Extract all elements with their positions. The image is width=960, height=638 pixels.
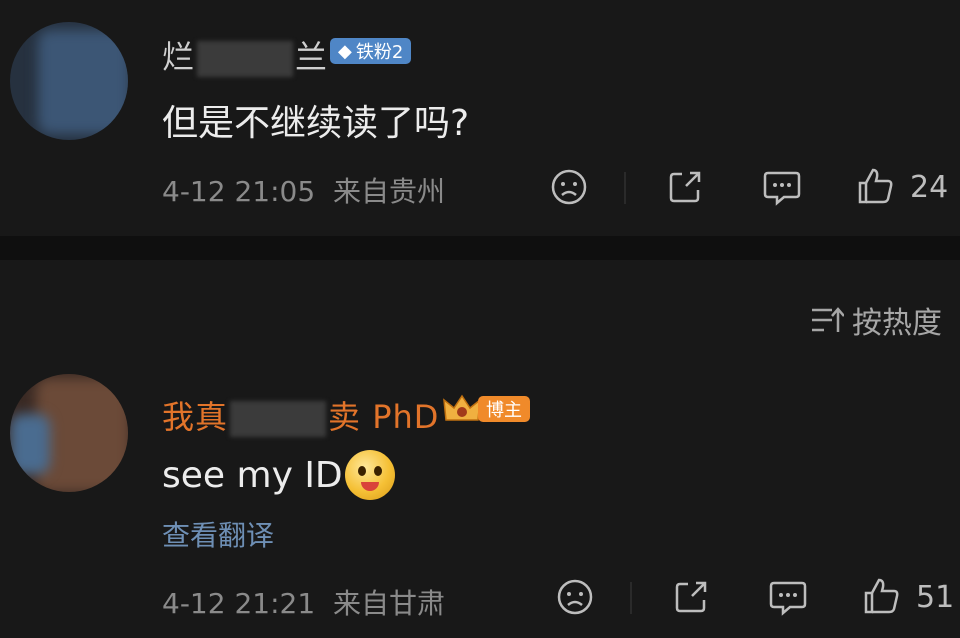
- avatar[interactable]: [10, 22, 128, 140]
- dislike-icon[interactable]: [550, 168, 588, 206]
- share-icon[interactable]: [666, 168, 704, 206]
- username-redacted: [197, 41, 294, 77]
- comment-card-2: 我真卖 PhD 博主 see my ID 查看翻译 4-12 21:21 来自甘…: [0, 360, 960, 638]
- comment-card-1: 烂兰 ◆ 铁粉2 但是不继续读了吗? 4-12 21:05 来自贵州 24: [0, 0, 960, 236]
- like-icon[interactable]: [856, 166, 896, 206]
- like-icon[interactable]: [862, 576, 902, 616]
- username-redacted: [230, 401, 327, 437]
- comment-meta: 4-12 21:05 来自贵州: [162, 175, 445, 208]
- share-icon[interactable]: [672, 578, 710, 616]
- crown-icon: [442, 392, 482, 426]
- author-username[interactable]: 我真卖 PhD: [162, 392, 439, 438]
- view-translation-link[interactable]: 查看翻译: [162, 514, 274, 554]
- dislike-icon[interactable]: [556, 578, 594, 616]
- fan-badge: ◆ 铁粉2: [330, 38, 412, 64]
- sort-by-hot-button[interactable]: 按热度: [810, 298, 942, 342]
- comment-text: see my ID: [162, 450, 395, 500]
- avatar[interactable]: [10, 374, 128, 492]
- diamond-icon: ◆: [338, 40, 352, 62]
- comment-meta: 4-12 21:21 来自甘肃: [162, 587, 445, 620]
- action-divider: [624, 172, 626, 204]
- like-count: 51: [916, 580, 955, 615]
- username[interactable]: 烂兰: [162, 32, 328, 78]
- author-badge: 博主: [478, 396, 530, 422]
- action-divider: [630, 582, 632, 614]
- sort-icon: [810, 305, 844, 335]
- comment-icon[interactable]: [762, 168, 802, 206]
- section-separator: [0, 236, 960, 260]
- sort-label: 按热度: [852, 306, 942, 341]
- comment-icon[interactable]: [768, 578, 808, 616]
- like-count: 24: [910, 170, 949, 205]
- tongue-emoji-icon: [344, 450, 395, 500]
- comment-text: 但是不继续读了吗?: [162, 103, 470, 144]
